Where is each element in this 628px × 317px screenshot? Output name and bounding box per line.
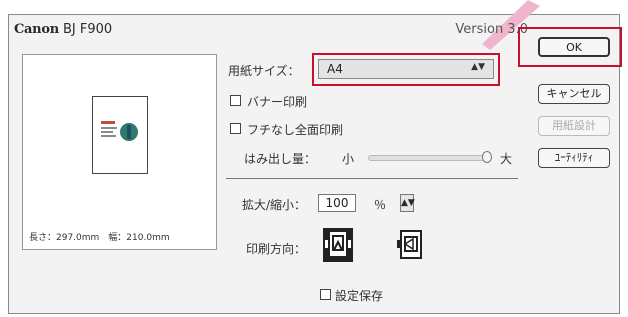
extension-slider-thumb[interactable] — [482, 151, 492, 163]
save-settings-checkbox[interactable] — [320, 289, 331, 300]
section-divider — [226, 178, 518, 179]
scaling-unit: ％ — [374, 198, 387, 212]
banner-print-label: バナー印刷 — [247, 95, 308, 109]
preview-image-icon — [101, 121, 138, 141]
cancel-button[interactable]: キャンセル — [538, 84, 610, 104]
portrait-orientation-icon[interactable] — [323, 228, 353, 262]
extension-min-label: 小 — [342, 152, 355, 166]
borderless-print-checkbox[interactable] — [230, 123, 241, 134]
borderless-print-label: フチなし全面印刷 — [247, 123, 344, 137]
landscape-orientation-icon[interactable] — [395, 228, 425, 262]
banner-print-checkbox[interactable] — [230, 95, 241, 106]
utility-button[interactable]: ﾕｰﾃｨﾘﾃｨ — [538, 148, 610, 168]
scaling-input[interactable]: 100 — [318, 194, 356, 212]
scaling-stepper[interactable]: ▲▼ — [400, 194, 415, 212]
brand-label: Canon BJ F900 — [14, 22, 113, 37]
extension-slider[interactable] — [368, 155, 488, 161]
scaling-label: 拡大/縮小： — [242, 198, 307, 212]
paper-preview — [92, 96, 148, 174]
page-preview: 長さ：297.0mm 幅：210.0mm — [22, 54, 217, 250]
highlight-ok-button — [518, 27, 622, 67]
save-settings-label: 設定保存 — [335, 289, 384, 303]
title-bar: Canon BJ F900 Version 3.0 — [8, 22, 528, 44]
extension-amount-label: はみ出し量： — [244, 152, 317, 166]
paper-custom-button[interactable]: 用紙設計 — [538, 116, 610, 136]
highlight-paper-size — [312, 53, 500, 86]
paper-size-label: 用紙サイズ： — [228, 64, 300, 78]
orientation-label: 印刷方向： — [246, 242, 307, 256]
extension-max-label: 大 — [500, 152, 513, 166]
preview-dimensions: 長さ：297.0mm 幅：210.0mm — [29, 233, 170, 243]
